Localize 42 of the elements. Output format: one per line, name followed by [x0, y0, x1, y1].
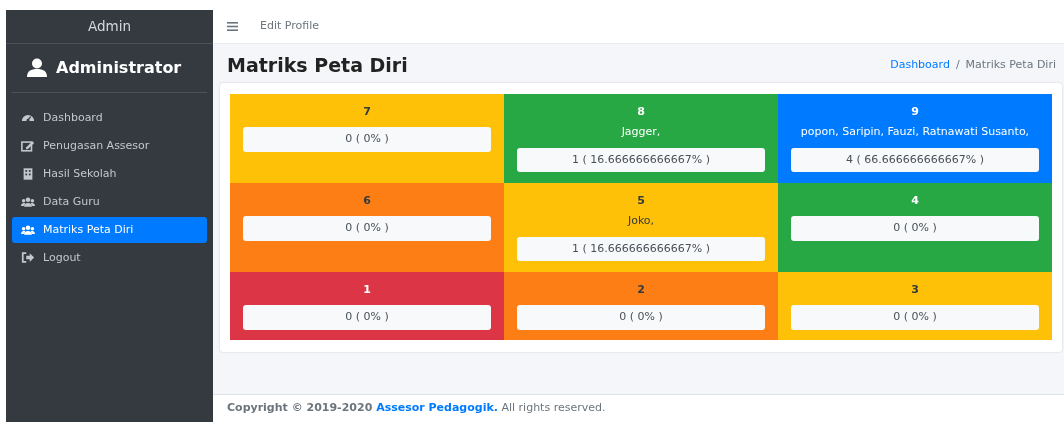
count-box: 1 ( 16.666666666667% ) [517, 147, 765, 173]
sidebar-item[interactable]: Hasil Sekolah [12, 161, 207, 187]
edit-profile-link[interactable]: Edit Profile [260, 18, 319, 35]
sidebar-item[interactable]: Penugasan Assesor [12, 133, 207, 159]
cell-number: 8 [637, 103, 645, 120]
count-box: 0 ( 0% ) [517, 305, 765, 330]
sidebar-item[interactable]: Logout [12, 245, 207, 271]
count-box: 0 ( 0% ) [791, 216, 1039, 241]
sidebar-item[interactable]: Data Guru [12, 189, 207, 215]
cell-number: 1 [363, 281, 371, 298]
user-icon [26, 58, 48, 78]
menu-icon[interactable] [227, 22, 238, 31]
count-box: 0 ( 0% ) [243, 305, 491, 330]
cell-number: 4 [911, 192, 919, 209]
breadcrumb-link[interactable]: Dashboard [890, 58, 950, 72]
cell-number: 2 [637, 281, 645, 298]
logout-icon [21, 251, 35, 265]
count-box: 0 ( 0% ) [243, 127, 491, 152]
count-box: 1 ( 16.666666666667% ) [517, 236, 765, 262]
cell-names: Joko, [627, 213, 655, 230]
count-box: 0 ( 0% ) [243, 216, 491, 241]
footer-link[interactable]: Assesor Pedagogik. [376, 401, 498, 415]
user-name: Administrator [56, 57, 182, 79]
cell-number: 7 [363, 103, 371, 120]
cell-names: popon, Saripin, Fauzi, Ratnawati Susanto, [800, 124, 1030, 141]
cell-number: 6 [363, 192, 371, 209]
users-icon [21, 195, 35, 209]
cell-number: 5 [637, 192, 645, 209]
page-title: Matriks Peta Diri [227, 54, 408, 77]
cell-names: Jagger, [621, 124, 661, 141]
sidebar-item[interactable]: Matriks Peta Diri [12, 217, 207, 243]
copyright-text: Copyright © 2019-2020 Assesor Pedagogik. All rights reserved. [227, 400, 606, 417]
building-icon [21, 167, 35, 181]
sidebar-item[interactable]: Dashboard [12, 105, 207, 131]
edit-icon [21, 139, 35, 153]
cell-number: 3 [911, 281, 919, 298]
users-icon [21, 223, 35, 237]
count-box: 4 ( 66.666666666667% ) [791, 147, 1039, 173]
count-box: 0 ( 0% ) [791, 305, 1039, 330]
breadcrumb-current: Matriks Peta Diri [965, 58, 1056, 72]
breadcrumb-separator: / [955, 58, 960, 72]
cell-number: 9 [911, 103, 919, 120]
